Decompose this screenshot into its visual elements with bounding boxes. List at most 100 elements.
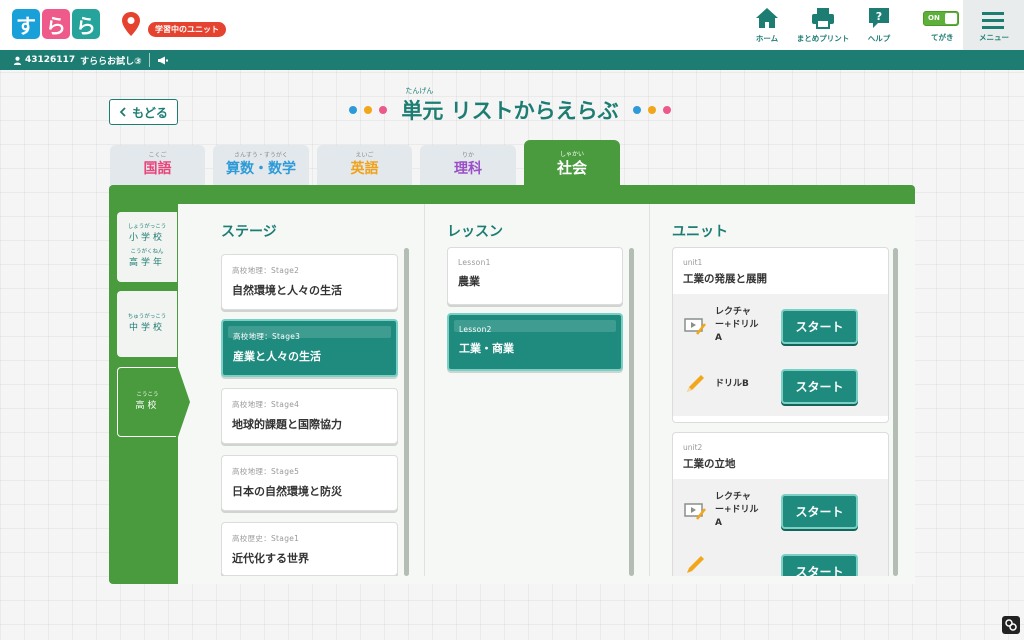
activity-label: ドリルB — [715, 378, 749, 391]
user-icon — [13, 56, 22, 65]
page-title-text: 単元 リストからえらぶ — [401, 99, 619, 123]
level-label: 高学年 — [128, 258, 165, 268]
tab-ruby: りか — [461, 152, 474, 159]
tab-label: 社会 — [556, 158, 587, 177]
stage-title: 地球的課題と国際協力 — [232, 418, 342, 431]
activity-label-line: ー+ドリル — [715, 505, 759, 515]
start-button[interactable]: スタート — [781, 309, 858, 344]
lesson-subtitle: Lesson2 — [459, 325, 492, 334]
lesson-subtitle: Lesson1 — [458, 258, 491, 267]
back-label: もどる — [132, 105, 168, 120]
unit-title: 工業の発展と展開 — [683, 273, 767, 285]
unit-card-header: unit2 工業の立地 — [673, 433, 888, 479]
help-icon: ? — [869, 8, 889, 28]
lecture-icon — [684, 503, 706, 520]
tab-ruby: えいご — [355, 152, 374, 159]
unit-scrollbar[interactable] — [893, 248, 898, 576]
scrollbar-thumb[interactable] — [629, 248, 634, 576]
unit-subtitle: unit1 — [683, 258, 703, 267]
stage-subtitle: 高校地理：Stage5 — [232, 467, 300, 476]
tab-ruby: さんすう・すうがく — [234, 152, 288, 159]
current-unit-badge[interactable]: 学習中のユニット — [148, 22, 226, 37]
level-label: 高校 — [135, 400, 160, 411]
user-name: すららお試し③ — [80, 56, 142, 67]
menu-button[interactable]: メニュー — [963, 0, 1024, 50]
level-label: 中学校 — [128, 322, 165, 333]
menu-label: メニュー — [979, 33, 1009, 42]
tab-social-studies[interactable]: しゃかい 社会 — [524, 140, 620, 187]
title-ruby: たんげん — [405, 87, 434, 95]
back-button[interactable]: もどる — [109, 99, 178, 125]
lesson-title: 工業・商業 — [459, 342, 514, 355]
level-elementary[interactable]: しょうがっこう 小学校 こうがくねん 高学年 — [117, 212, 177, 282]
activity-label: レクチャ ー+ドリル A — [715, 491, 759, 530]
start-button[interactable]: スタート — [781, 494, 858, 529]
lesson-card[interactable]: Lesson1 農業 — [447, 247, 623, 305]
divider — [148, 53, 150, 67]
level-middle-school[interactable]: ちゅうがっこう 中学校 — [117, 291, 177, 357]
toggle-knob — [945, 13, 957, 24]
activity-label-line: レクチャ — [715, 307, 751, 317]
start-button[interactable]: スタート — [781, 369, 858, 404]
print-button[interactable]: まとめプリント — [793, 6, 853, 46]
activity-label-line: ドリルB — [715, 379, 749, 389]
fullscreen-button[interactable] — [1002, 616, 1020, 634]
lesson-column-heading: レッスン — [447, 224, 503, 240]
tab-math[interactable]: さんすう・すうがく 算数・数学 — [213, 145, 309, 185]
stage-column-heading: ステージ — [221, 224, 277, 240]
unit-column-heading: ユニット — [672, 224, 728, 240]
activity-label-line: レクチャ — [715, 492, 751, 502]
level-pointer — [176, 367, 190, 437]
unit-activities: レクチャ ー+ドリル A スタート スタート — [673, 479, 888, 583]
lesson-title: 農業 — [458, 275, 480, 288]
tab-ruby: しゃかい — [559, 150, 584, 158]
handwriting-label: てがき — [931, 33, 954, 42]
stage-subtitle: 高校地理：Stage2 — [232, 266, 300, 275]
stage-card-selected[interactable]: 高校地理：Stage3 産業と人々の生活 — [221, 319, 398, 377]
stage-card[interactable]: 高校歴史：Stage1 近代化する世界 — [221, 522, 398, 576]
activity-label-line: A — [715, 518, 722, 528]
tab-japanese[interactable]: こくご 国語 — [110, 145, 205, 185]
level-ruby: こうがくねん — [130, 249, 164, 255]
help-button[interactable]: ? ヘルプ — [849, 6, 909, 46]
tab-ruby: こくご — [148, 152, 167, 159]
lesson-scrollbar[interactable] — [629, 248, 634, 576]
stage-card[interactable]: 高校地理：Stage5 日本の自然環境と防災 — [221, 455, 398, 511]
activity-label-line: A — [715, 333, 722, 343]
home-button[interactable]: ホーム — [737, 6, 797, 46]
home-label: ホーム — [755, 34, 779, 43]
logo-char-2: ら — [42, 9, 70, 39]
column-divider — [424, 204, 425, 584]
level-high-school[interactable]: こうこう 高校 — [117, 367, 177, 437]
scrollbar-thumb[interactable] — [404, 248, 409, 576]
stage-subtitle: 高校歴史：Stage1 — [232, 534, 300, 543]
title-dots-right — [632, 106, 671, 114]
pencil-icon — [687, 556, 704, 573]
stage-card[interactable]: 高校地理：Stage4 地球的課題と国際協力 — [221, 388, 398, 444]
user-id: 43126117 — [25, 55, 76, 65]
stage-title: 自然環境と人々の生活 — [232, 284, 342, 297]
megaphone-icon[interactable] — [157, 56, 168, 65]
unit-subtitle: unit2 — [683, 443, 703, 452]
location-pin-icon — [122, 12, 140, 36]
handwriting-toggle[interactable]: ON — [923, 11, 959, 26]
stage-card[interactable]: 高校地理：Stage2 自然環境と人々の生活 — [221, 254, 398, 310]
activity-row: レクチャ ー+ドリル A スタート — [673, 479, 888, 539]
unit-card: unit2 工業の立地 レクチャ ー+ドリル A スタート スタート — [672, 432, 889, 584]
pencil-icon — [687, 375, 704, 392]
activity-row: ドリルB スタート — [673, 354, 888, 414]
unit-card: unit1 工業の発展と展開 レクチャ ー+ドリル A スタート ドリルB スタ… — [672, 247, 889, 423]
level-ruby: こうこう — [136, 391, 159, 398]
stage-scrollbar[interactable] — [404, 248, 409, 576]
lecture-icon — [684, 318, 706, 335]
svg-text:?: ? — [876, 10, 882, 23]
logo-char-3: ら — [72, 9, 100, 39]
lesson-card-selected[interactable]: Lesson2 工業・商業 — [447, 313, 623, 371]
column-divider — [649, 204, 650, 584]
level-ruby: ちゅうがっこう — [127, 313, 167, 320]
tab-science[interactable]: りか 理科 — [420, 145, 516, 185]
printer-icon — [812, 8, 834, 29]
surala-logo[interactable]: す ら ら — [12, 9, 100, 39]
scrollbar-thumb[interactable] — [893, 248, 898, 576]
tab-english[interactable]: えいご 英語 — [317, 145, 412, 185]
